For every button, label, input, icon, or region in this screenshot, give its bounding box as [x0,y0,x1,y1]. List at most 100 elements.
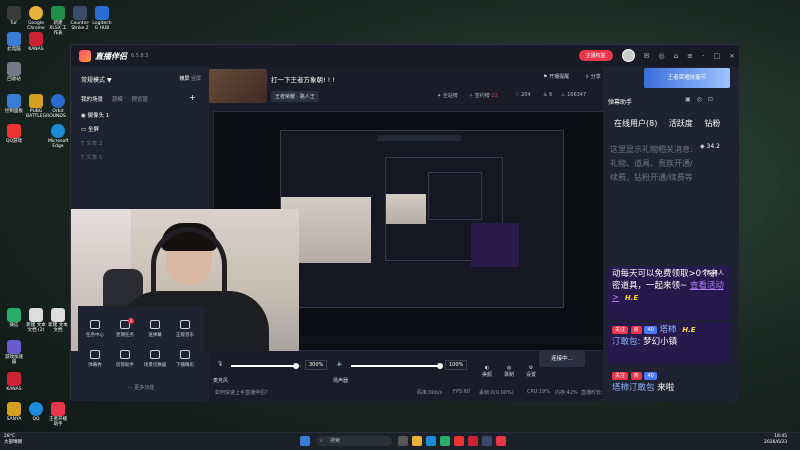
gift-counter: ◈ 34.2 [700,143,720,150]
stream-title[interactable]: 打一下王者方象朝! ! ! [271,74,335,84]
chat-message[interactable]: 关注 房 40 塔柿汀敢包 来啦 [608,368,730,396]
promo-banner[interactable]: 王者荣耀技能节 [644,68,730,88]
desktop-icon[interactable]: 控制面板 [4,94,24,114]
app-taskbar-icon[interactable] [468,436,478,446]
record-button[interactable]: ◍ 录制 [499,365,519,378]
desktop-icon[interactable]: Logitech G HUB [92,6,112,31]
scene-switcher-button[interactable]: 场景切换器 [140,350,170,368]
mail-icon[interactable]: ✉ [644,52,650,60]
more-features-button[interactable]: ⋯ 更多功能 [78,384,204,391]
desktop-icon[interactable]: 王者开播助手 [48,402,68,427]
live-companion-taskbar-icon[interactable] [496,436,506,446]
live-reminder[interactable]: ⚑ 开播提醒 [543,73,569,80]
close-button[interactable]: × [729,52,735,60]
edge-taskbar-icon[interactable] [426,436,436,446]
desktop-icon[interactable]: Orbit [48,94,68,114]
orientation-portrait[interactable]: 竖屏 [191,76,201,82]
title-bar[interactable]: 直播伴侣 6.5.8.3 主播权益 ✉ ◎ ⌂ ≡ - □ × [71,45,739,67]
settings-icon[interactable]: ◎ [697,96,708,103]
tab-online-users[interactable]: 在线用户(8) [614,119,657,128]
room-tag: 房 [630,371,642,380]
desktop-icon[interactable]: 新建 XLSX 工作表 [48,6,68,36]
desktop-icon[interactable]: KANAS [26,32,46,52]
mic-volume-slider[interactable] [231,363,301,369]
weekly-task-button[interactable]: 1 星期任务 [110,318,140,338]
mode-selector[interactable]: 常规模式 ▼ [81,75,112,84]
tab-templates[interactable]: 源模 [112,97,123,103]
speaker-volume-value[interactable]: 100% [445,360,468,370]
room-admin-button[interactable]: 房管助手 [110,350,140,368]
desktop-icon[interactable]: 新建 文本文档 (2) [26,308,46,333]
app-taskbar-icon[interactable] [454,436,464,446]
desktop-icon[interactable]: 此电脑 [4,32,24,52]
source-item[interactable]: ▭ 全屏 [81,125,99,133]
file-explorer-icon[interactable] [412,436,422,446]
anchor-rights-button[interactable]: 主播权益 [578,50,613,61]
help-link[interactable]: 如何快速上手直播伴侣? [215,389,268,396]
fans-ranking[interactable]: ✦ 全站榜 [437,92,458,99]
source-item[interactable]: ◉ 摄像头 1 [81,111,109,119]
chat-message[interactable]: 7条/4人 动每天可以免费领取>0个亲密道具，一起来领~ 查看活动> H.E [608,266,730,320]
popout-icon[interactable]: ▣ [685,96,697,103]
stream-cover-thumbnail[interactable] [209,69,267,103]
tab-preview[interactable]: 预览窗 [132,97,149,103]
desktop-icon[interactable]: Google Chrome [26,6,46,31]
source-item[interactable]: T 文本 1 [81,153,102,161]
lock-icon[interactable]: ⊡ [708,96,719,103]
like-icon: ♡ [515,92,520,98]
shirt-icon[interactable]: ⌂ [674,52,678,60]
desktop-icon[interactable]: TuF [4,6,24,26]
share-icon: ⇪ [585,74,590,80]
headset-icon[interactable]: ◎ [659,52,665,60]
user-avatar[interactable] [621,49,635,62]
task-view-icon[interactable] [398,436,408,446]
menu-icon[interactable]: ≡ [687,52,693,60]
desktop-icon[interactable]: KANAS [4,372,24,392]
connect-button[interactable]: 连接中... [539,351,585,367]
share-button[interactable]: ⇪ 分享 [585,73,601,80]
wechat-taskbar-icon[interactable] [440,436,450,446]
desktop-icon[interactable]: 微信 [4,308,24,328]
taskbar-search[interactable]: ⌕ 搜索 [316,436,392,446]
desktop-icon[interactable]: 回收站 [4,62,24,82]
settings-button[interactable]: ⚙ 设置 [521,365,541,378]
stream-category[interactable]: 王者荣耀 · 路人王 [271,91,319,102]
tab-my-scenes[interactable]: 我的场景 [81,97,103,103]
send-danmu-button[interactable]: 送弹幕 [140,320,170,338]
beauty-button[interactable]: ◐ 美颜 [477,365,497,378]
follow-tag[interactable]: 关注 [612,371,629,380]
system-clock[interactable]: 18:45 2026/6/23 [764,434,787,446]
desktop-icon[interactable]: QQ游戏 [4,124,24,144]
desktop-icon[interactable]: Counter-Strike 2 [70,6,90,31]
task-center-button[interactable]: 任务中心 [80,320,110,338]
danmu-show-button[interactable]: 弹幕秀 [80,350,110,368]
speaker-icon[interactable]: 🔈 [337,361,343,367]
desktop-icon[interactable]: SANYA [4,402,24,422]
chat-message[interactable]: 关注 房 40 塔柿 H.E 汀敢包: 梦幻小镇 [608,322,730,364]
desktop-icon[interactable]: 游戏加速器 [4,340,24,365]
start-icon[interactable] [300,436,310,446]
speaker-volume-slider[interactable] [351,363,443,369]
chat-username[interactable]: 塔柿汀敢包 [612,383,655,393]
music-button[interactable]: 正版音乐 [170,320,200,338]
add-source-button[interactable]: + [189,93,196,102]
orientation-landscape[interactable]: 横屏 [179,76,189,82]
mic-volume-value[interactable]: 300% [305,360,328,370]
maximize-button[interactable]: □ [714,52,721,60]
sign-ranking[interactable]: ✧ 签约榜 22 [469,92,498,99]
desktop-icon[interactable]: QQ [26,402,46,422]
follow-tag[interactable]: 关注 [612,325,629,334]
desktop-icon[interactable]: Microsoft Edge [48,124,68,149]
tab-activity[interactable]: 活跃度 [669,119,693,128]
highlights-button[interactable]: 下播精彩 [170,350,200,368]
source-item[interactable]: T 文本 2 [81,139,102,147]
desktop-icon[interactable]: 新建 文本文档 [48,308,68,333]
chat-username[interactable]: 塔柿 [660,325,677,335]
app-taskbar-icon[interactable] [482,436,492,446]
orientation-toggle[interactable]: 横屏 竖屏 [179,75,201,82]
mic-icon[interactable]: 🎙 [217,361,223,367]
tab-diamond-fans[interactable]: 钻粉 [704,119,720,128]
desktop-icon[interactable]: PUBG BATTLEGROUNDS [26,94,66,119]
weather-widget[interactable]: 28°C 大部晴朗 [4,434,22,446]
minimize-button[interactable]: - [702,52,705,60]
